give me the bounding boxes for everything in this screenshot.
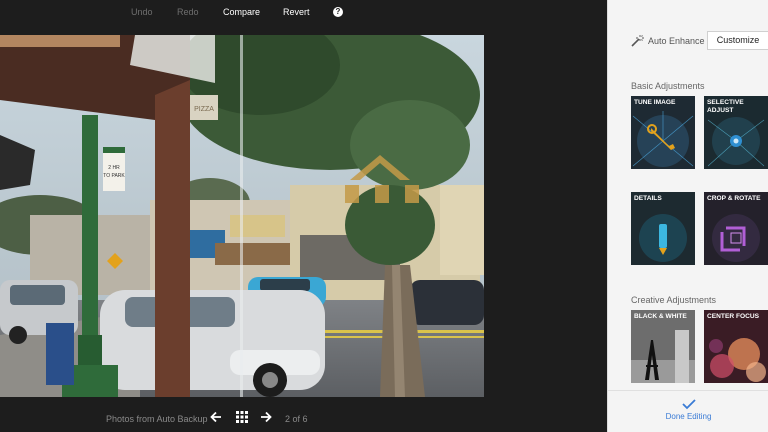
auto-enhance-label: Auto Enhance — [648, 36, 705, 46]
tile-label: DETAILS — [634, 195, 662, 202]
tile-label: CENTER FOCUS — [707, 313, 760, 320]
arrow-left-icon[interactable] — [209, 410, 223, 424]
magic-wand-icon — [631, 35, 644, 47]
tile-center-focus[interactable]: CENTER FOCUS — [704, 310, 768, 383]
creative-adjustments-heading: Creative Adjustments — [631, 295, 717, 305]
panel-divider — [608, 390, 768, 391]
grid-icon[interactable] — [236, 411, 248, 423]
revert-button[interactable]: Revert — [283, 7, 310, 17]
bottom-bar: Photos from Auto Backup 2 of 6 — [0, 405, 607, 432]
editor-area: Undo Redo Compare Revert ? 2 HR TO PARK … — [0, 0, 607, 432]
parking-sign-line2: TO PARK — [103, 173, 125, 179]
pizza-sign: PIZZA — [194, 106, 214, 113]
help-icon[interactable]: ? — [333, 7, 343, 17]
photo-counter: 2 of 6 — [285, 414, 308, 424]
tile-crop-rotate[interactable]: CROP & ROTATE — [704, 192, 768, 265]
top-toolbar: Undo Redo Compare Revert ? — [0, 0, 607, 26]
arrow-right-icon[interactable] — [259, 410, 273, 424]
tile-details[interactable]: DETAILS — [631, 192, 695, 265]
done-editing-button[interactable]: Done Editing — [608, 398, 768, 428]
photo-canvas[interactable]: 2 HR TO PARK PIZZA — [0, 35, 484, 397]
tile-selective-adjust[interactable]: SELECTIVE ADJUST — [704, 96, 768, 169]
tile-label-line1: SELECTIVE — [707, 99, 744, 106]
done-editing-label: Done Editing — [665, 412, 712, 421]
photo-source-label: Photos from Auto Backup — [106, 414, 208, 424]
redo-button[interactable]: Redo — [177, 7, 199, 17]
tile-label: CROP & ROTATE — [707, 195, 761, 202]
tile-label-line2: ADJUST — [707, 107, 734, 114]
customize-button[interactable]: Customize — [707, 31, 768, 50]
tile-label: SELECTIVE ADJUST — [707, 99, 744, 115]
auto-enhance-button[interactable]: Auto Enhance — [630, 33, 705, 49]
tile-black-white[interactable]: BLACK & WHITE — [631, 310, 695, 383]
tile-tune-image[interactable]: TUNE IMAGE — [631, 96, 695, 169]
tile-label: BLACK & WHITE — [634, 313, 687, 320]
basic-adjustments-heading: Basic Adjustments — [631, 81, 705, 91]
compare-button[interactable]: Compare — [223, 7, 260, 17]
parking-sign-line1: 2 HR — [108, 165, 120, 171]
undo-button[interactable]: Undo — [131, 7, 153, 17]
street-photo: 2 HR TO PARK PIZZA — [0, 35, 484, 397]
tile-label: TUNE IMAGE — [634, 99, 676, 106]
adjustments-panel: Auto Enhance Customize Basic Adjustments… — [607, 0, 768, 432]
checkmark-icon — [681, 399, 696, 410]
